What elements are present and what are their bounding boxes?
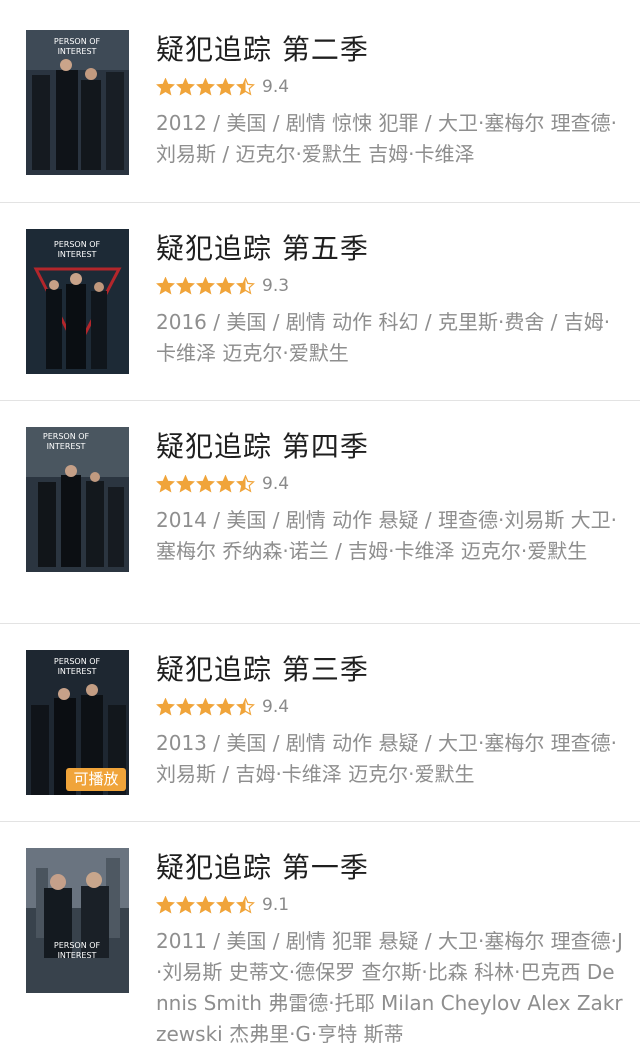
item-title[interactable]: 疑犯追踪 第五季 — [156, 233, 369, 265]
rating-score: 9.4 — [262, 697, 290, 717]
poster-title-text: PERSON OF — [54, 240, 101, 249]
star-full-icon — [156, 78, 175, 96]
poster-image[interactable]: PERSON OF INTEREST — [26, 30, 129, 175]
star-half-icon — [236, 896, 255, 914]
star-full-icon — [216, 896, 235, 914]
playable-badge[interactable]: 可播放 — [66, 768, 126, 791]
list-item[interactable]: PERSON OF INTEREST 可播放 疑犯追踪 第三季 9.4 2013… — [0, 624, 640, 822]
star-full-icon — [196, 896, 215, 914]
rating-score: 9.3 — [262, 276, 290, 296]
rating: 9.4 — [156, 76, 289, 98]
star-rating — [156, 78, 256, 96]
star-rating — [156, 896, 256, 914]
star-full-icon — [156, 277, 175, 295]
list-item[interactable]: PERSON OF INTEREST 疑犯追踪 第五季 9.3 2016 / 美… — [0, 203, 640, 401]
item-title[interactable]: 疑犯追踪 第三季 — [156, 654, 369, 686]
list-item[interactable]: PERSON OF INTEREST 疑犯追踪 第一季 9.1 2011 / 美… — [0, 822, 640, 1046]
star-full-icon — [176, 277, 195, 295]
item-title[interactable]: 疑犯追踪 第二季 — [156, 34, 369, 66]
star-half-icon — [236, 475, 255, 493]
poster-image[interactable]: PERSON OF INTEREST — [26, 848, 129, 993]
star-full-icon — [156, 475, 175, 493]
star-rating — [156, 277, 256, 295]
item-meta: 2012 / 美国 / 剧情 惊悚 犯罪 / 大卫·塞梅尔 理查德·刘易斯 / … — [156, 111, 618, 166]
poster-title-text: PERSON OF — [54, 37, 101, 46]
svg-text:INTEREST: INTEREST — [58, 667, 97, 676]
svg-text:INTEREST: INTEREST — [47, 442, 86, 451]
item-title[interactable]: 疑犯追踪 第一季 — [156, 852, 369, 884]
poster-title-text: PERSON OF — [54, 941, 101, 950]
rating-score: 9.1 — [262, 895, 290, 915]
poster-title-text: PERSON OF — [43, 432, 90, 441]
star-full-icon — [196, 698, 215, 716]
star-full-icon — [176, 475, 195, 493]
poster-title-text: PERSON OF — [54, 657, 101, 666]
star-half-icon — [236, 277, 255, 295]
item-meta: 2016 / 美国 / 剧情 动作 科幻 / 克里斯·费舍 / 吉姆·卡维泽 迈… — [156, 310, 611, 365]
star-full-icon — [216, 698, 235, 716]
list-item[interactable]: PERSON OF INTEREST 疑犯追踪 第二季 9.4 2012 / 美… — [0, 0, 640, 203]
star-full-icon — [176, 698, 195, 716]
star-full-icon — [156, 698, 175, 716]
rating: 9.1 — [156, 894, 289, 916]
star-full-icon — [176, 78, 195, 96]
rating-score: 9.4 — [262, 77, 290, 97]
star-full-icon — [216, 475, 235, 493]
item-meta: 2014 / 美国 / 剧情 动作 悬疑 / 理查德·刘易斯 大卫·塞梅尔 乔纳… — [156, 508, 618, 563]
star-rating — [156, 475, 256, 493]
star-half-icon — [236, 698, 255, 716]
svg-text:INTEREST: INTEREST — [58, 951, 97, 960]
item-title[interactable]: 疑犯追踪 第四季 — [156, 431, 369, 463]
star-full-icon — [156, 896, 175, 914]
rating: 9.3 — [156, 275, 289, 297]
rating: 9.4 — [156, 473, 289, 495]
star-full-icon — [176, 896, 195, 914]
poster-image[interactable]: PERSON OF INTEREST — [26, 229, 129, 374]
star-half-icon — [236, 78, 255, 96]
star-rating — [156, 698, 256, 716]
star-full-icon — [196, 78, 215, 96]
rating: 9.4 — [156, 696, 289, 718]
item-meta: 2011 / 美国 / 剧情 犯罪 悬疑 / 大卫·塞梅尔 理查德·J·刘易斯 … — [156, 929, 623, 1046]
star-full-icon — [216, 277, 235, 295]
star-full-icon — [216, 78, 235, 96]
star-full-icon — [196, 277, 215, 295]
poster-image[interactable]: PERSON OF INTEREST — [26, 427, 129, 572]
star-full-icon — [196, 475, 215, 493]
poster-image[interactable]: PERSON OF INTEREST 可播放 — [26, 650, 129, 795]
svg-text:INTEREST: INTEREST — [58, 47, 97, 56]
list-item[interactable]: PERSON OF INTEREST 疑犯追踪 第四季 9.4 2014 / 美… — [0, 401, 640, 623]
svg-text:INTEREST: INTEREST — [58, 250, 97, 259]
rating-score: 9.4 — [262, 474, 290, 494]
item-meta: 2013 / 美国 / 剧情 动作 悬疑 / 大卫·塞梅尔 理查德·刘易斯 / … — [156, 731, 618, 786]
